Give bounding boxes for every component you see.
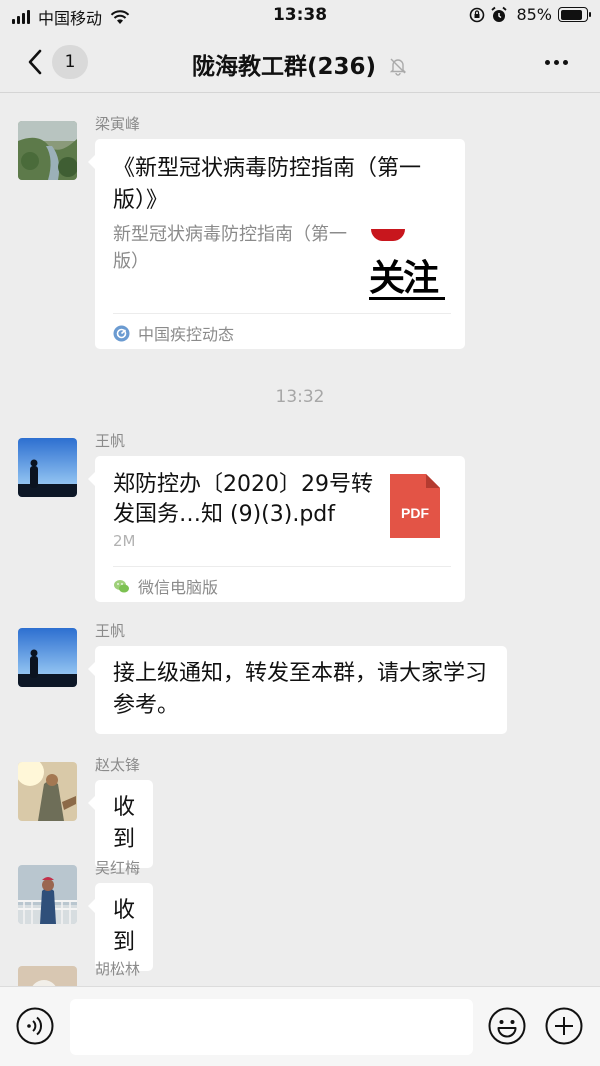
- status-right: 85%: [468, 5, 591, 24]
- sender-name: 王帆: [95, 432, 126, 450]
- battery-percent: 85%: [516, 5, 552, 24]
- chat-timestamp: 13:32: [275, 387, 325, 407]
- sender-name: 赵太锋: [95, 756, 141, 774]
- pdf-label: PDF: [401, 505, 429, 521]
- article-source-name: 中国疾控动态: [138, 325, 235, 344]
- file-card[interactable]: 郑防控办〔2020〕29号转发国务…知 (9)(3).pdf 2M PDF 微信…: [88, 456, 465, 602]
- input-bar: [0, 986, 600, 1066]
- more-options-icon[interactable]: [541, 60, 568, 65]
- file-size: 2M: [113, 532, 136, 550]
- voice-input-icon[interactable]: [16, 1007, 54, 1045]
- orientation-lock-icon: [470, 7, 485, 22]
- avatar[interactable]: [18, 865, 77, 924]
- article-description: 新型冠状病毒防控指南（第一版）: [113, 224, 347, 272]
- thumbnail-text: 关注: [369, 258, 439, 299]
- article-card[interactable]: 《新型冠状病毒防控指南（第一版）》 新型冠状病毒防控指南（第一版） 关注 中国疾…: [88, 139, 465, 349]
- wechat-icon: [114, 579, 129, 592]
- chat-title-text: 陇海教工群(236): [191, 54, 377, 80]
- official-account-icon: [113, 325, 130, 341]
- article-title: 《新型冠状病毒防控指南（第一版）》: [113, 156, 422, 213]
- plus-icon[interactable]: [545, 1007, 583, 1045]
- avatar[interactable]: [18, 628, 77, 687]
- alarm-icon: [491, 6, 508, 22]
- status-bar: 中国移动 13:38 85%: [0, 0, 600, 32]
- article-thumbnail: 关注: [367, 227, 449, 309]
- card-divider: [113, 566, 451, 567]
- sender-name: 胡松林: [95, 960, 141, 978]
- avatar[interactable]: [18, 762, 77, 821]
- avatar[interactable]: [18, 438, 77, 497]
- avatar[interactable]: [18, 121, 77, 180]
- sender-name: 王帆: [95, 622, 126, 640]
- message-bubble[interactable]: 收到: [87, 780, 154, 868]
- article-source: 中国疾控动态: [113, 321, 234, 345]
- message-bubble[interactable]: 接上级通知，转发至本群，请大家学习参考。: [88, 646, 507, 734]
- battery-icon: [558, 7, 591, 22]
- sender-name: 梁寅峰: [95, 115, 141, 133]
- file-source-name: 微信电脑版: [138, 578, 219, 597]
- file-name: 郑防控办〔2020〕29号转发国务…知 (9)(3).pdf: [113, 472, 373, 527]
- header-divider: [0, 92, 600, 93]
- file-source: 微信电脑版: [113, 574, 218, 598]
- message-input[interactable]: [70, 999, 473, 1055]
- emoji-icon[interactable]: [488, 1007, 526, 1045]
- mute-bell-icon: [389, 58, 407, 76]
- chat-title: 陇海教工群(236): [0, 47, 600, 81]
- card-divider: [113, 313, 451, 314]
- pdf-file-icon: PDF: [390, 474, 440, 538]
- chat-header: 1 陇海教工群(236): [0, 32, 600, 92]
- sender-name: 吴红梅: [95, 859, 141, 877]
